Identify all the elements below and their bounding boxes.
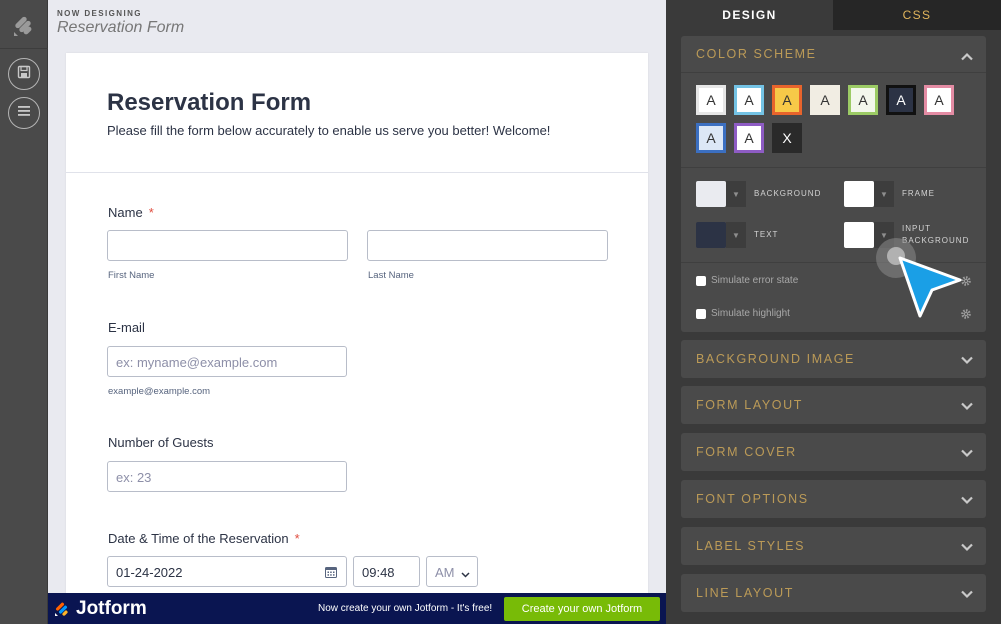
simulate-highlight-checkbox[interactable]	[696, 308, 706, 319]
save-button[interactable]	[8, 58, 40, 90]
ampm-select[interactable]: AM	[426, 556, 478, 587]
designer-header: NOW DESIGNING Reservation Form	[48, 0, 666, 44]
background-color-preview[interactable]	[696, 181, 726, 207]
color-scheme-swatch[interactable]: A	[924, 85, 954, 115]
jotform-brand-icon	[54, 600, 70, 617]
jotform-footer-bar: Jotform Now create your own Jotform - It…	[48, 593, 666, 624]
form-canvas: Reservation Form Please fill the form be…	[48, 44, 666, 593]
section-font-options[interactable]: FONT OPTIONS	[681, 480, 986, 518]
rail-divider	[0, 48, 48, 49]
chevron-up-icon[interactable]	[960, 50, 974, 64]
simulate-error-label: Simulate error state	[711, 275, 799, 286]
chevron-down-icon	[960, 587, 974, 601]
caret-down-icon[interactable]: ▼	[726, 222, 746, 248]
jotform-brand-text[interactable]: Jotform	[76, 598, 147, 620]
caret-down-icon[interactable]: ▼	[874, 181, 894, 207]
section-title: FONT OPTIONS	[696, 492, 809, 506]
footer-promo-text: Now create your own Jotform - It's free!	[318, 603, 493, 614]
chevron-down-icon	[960, 493, 974, 507]
color-scheme-title[interactable]: COLOR SCHEME	[696, 47, 817, 61]
color-scheme-swatch[interactable]: A	[696, 85, 726, 115]
panel-tabs: DESIGN CSS	[666, 0, 1001, 30]
form-subtitle[interactable]: Please fill the form below accurately to…	[107, 123, 550, 138]
date-input[interactable]: 01-24-2022	[107, 556, 347, 587]
mouse-cursor	[872, 236, 962, 326]
jotform-logo-icon[interactable]	[10, 10, 38, 38]
form-header-divider	[66, 172, 648, 173]
required-mark: *	[148, 205, 154, 220]
guests-input[interactable]: ex: 23	[107, 461, 347, 492]
form-card: Reservation Form Please fill the form be…	[66, 53, 648, 593]
last-name-input[interactable]	[367, 230, 608, 261]
color-scheme-swatch[interactable]: A	[734, 85, 764, 115]
create-jotform-button[interactable]: Create your own Jotform	[504, 597, 660, 621]
calendar-icon[interactable]	[325, 566, 337, 581]
section-divider	[681, 72, 986, 73]
simulate-highlight-label: Simulate highlight	[711, 308, 790, 319]
frame-color-preview[interactable]	[844, 181, 874, 207]
input-background-color-preview[interactable]	[844, 222, 874, 248]
simulate-highlight-row[interactable]: Simulate highlight	[696, 308, 790, 319]
chevron-down-icon	[960, 353, 974, 367]
section-background-image[interactable]: BACKGROUND IMAGE	[681, 340, 986, 378]
simulate-error-row[interactable]: Simulate error state	[696, 275, 798, 286]
section-form-layout[interactable]: FORM LAYOUT	[681, 386, 986, 424]
section-title: FORM COVER	[696, 445, 797, 459]
section-divider	[681, 167, 986, 168]
form-title[interactable]: Reservation Form	[107, 89, 311, 117]
guests-label: Number of Guests	[108, 435, 214, 450]
ampm-value: AM	[435, 565, 455, 580]
chevron-down-icon	[960, 446, 974, 460]
time-input[interactable]: 09:48	[353, 556, 420, 587]
tab-css[interactable]: CSS	[833, 0, 1001, 30]
date-value: 01-24-2022	[116, 565, 183, 580]
hamburger-icon	[17, 104, 31, 122]
frame-color-label: FRAME	[902, 189, 935, 198]
datetime-label: Date & Time of the Reservation *	[108, 531, 300, 546]
color-scheme-swatch[interactable]: A	[772, 85, 802, 115]
chevron-down-icon	[461, 567, 470, 582]
color-scheme-swatch[interactable]: A	[810, 85, 840, 115]
frame-color-picker[interactable]: ▼ FRAME	[844, 181, 935, 207]
email-input[interactable]: ex: myname@example.com	[107, 346, 347, 377]
color-scheme-swatch[interactable]: X	[772, 123, 802, 153]
color-scheme-swatch[interactable]: A	[848, 85, 878, 115]
first-name-input[interactable]	[107, 230, 348, 261]
save-icon	[17, 65, 31, 84]
text-color-preview[interactable]	[696, 222, 726, 248]
section-title: FORM LAYOUT	[696, 398, 803, 412]
background-color-label: BACKGROUND	[754, 189, 822, 198]
email-sublabel: example@example.com	[108, 386, 211, 397]
tab-design[interactable]: DESIGN	[666, 0, 833, 30]
chevron-down-icon	[960, 540, 974, 554]
color-scheme-swatch[interactable]: A	[696, 123, 726, 153]
designing-form-title: Reservation Form	[57, 19, 185, 36]
last-name-sublabel: Last Name	[368, 270, 414, 281]
color-scheme-swatch[interactable]: A	[886, 85, 916, 115]
section-label-styles[interactable]: LABEL STYLES	[681, 527, 986, 565]
color-scheme-swatch[interactable]: A	[734, 123, 764, 153]
background-color-picker[interactable]: ▼ BACKGROUND	[696, 181, 821, 207]
first-name-sublabel: First Name	[108, 270, 155, 281]
required-mark: *	[294, 531, 300, 546]
section-line-layout[interactable]: LINE LAYOUT	[681, 574, 986, 612]
simulate-error-checkbox[interactable]	[696, 275, 706, 286]
text-color-label: TEXT	[754, 230, 779, 239]
section-title: BACKGROUND IMAGE	[696, 352, 855, 366]
caret-down-icon[interactable]: ▼	[726, 181, 746, 207]
now-designing-label: NOW DESIGNING	[57, 9, 142, 18]
text-color-picker[interactable]: ▼ TEXT	[696, 222, 778, 248]
name-label: Name *	[108, 205, 154, 220]
chevron-down-icon	[960, 399, 974, 413]
left-rail	[0, 0, 48, 624]
section-title: LABEL STYLES	[696, 539, 806, 553]
section-form-cover[interactable]: FORM COVER	[681, 433, 986, 471]
menu-button[interactable]	[8, 97, 40, 129]
email-label: E-mail	[108, 320, 145, 335]
section-title: LINE LAYOUT	[696, 586, 794, 600]
